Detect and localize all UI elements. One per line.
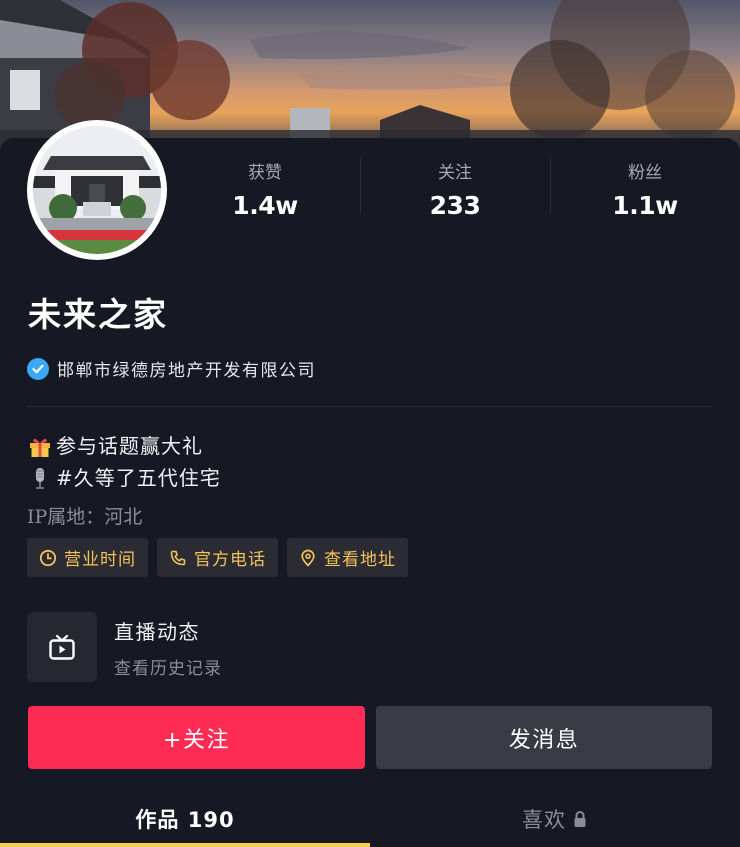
content-tabs: 作品 190 喜欢 xyxy=(0,790,740,847)
bio-text: 参与话题赢大礼 xyxy=(56,434,203,458)
live-history-entry[interactable]: 直播动态 查看历史记录 xyxy=(27,612,222,682)
avatar-building-image xyxy=(33,126,161,254)
stat-value: 1.4w xyxy=(232,191,298,220)
tab-works[interactable]: 作品 190 xyxy=(0,790,370,847)
stat-following[interactable]: 关注 233 xyxy=(360,150,550,220)
profile-name: 未来之家 xyxy=(28,295,168,334)
stat-label: 获赞 xyxy=(248,163,282,183)
live-subtitle: 查看历史记录 xyxy=(114,658,222,679)
profile-bio: 参与话题赢大礼 #久等了五代住宅 xyxy=(27,430,221,494)
view-address-chip[interactable]: 查看地址 xyxy=(287,538,408,577)
business-hours-chip[interactable]: 营业时间 xyxy=(27,538,148,577)
ip-location: IP属地：河北 xyxy=(27,506,143,528)
stat-value: 1.1w xyxy=(612,191,678,220)
official-phone-chip[interactable]: 官方电话 xyxy=(157,538,278,577)
live-title: 直播动态 xyxy=(114,619,200,644)
bio-text: #久等了五代住宅 xyxy=(56,466,221,490)
bio-line: #久等了五代住宅 xyxy=(27,462,221,494)
clock-icon xyxy=(39,549,57,566)
verification-row[interactable]: 邯郸市绿德房地产开发有限公司 xyxy=(27,356,316,381)
gift-icon xyxy=(27,433,53,459)
chip-label: 查看地址 xyxy=(324,550,396,570)
stat-value: 233 xyxy=(429,191,481,220)
bio-line: 参与话题赢大礼 xyxy=(27,430,221,462)
chip-label: 营业时间 xyxy=(64,550,136,570)
phone-icon xyxy=(170,550,186,565)
microphone-icon xyxy=(27,465,53,491)
stat-label: 粉丝 xyxy=(628,163,662,183)
avatar[interactable] xyxy=(27,120,167,260)
profile-stats: 获赞 1.4w 关注 233 粉丝 1.1w xyxy=(170,150,740,220)
verification-text: 邯郸市绿德房地产开发有限公司 xyxy=(57,361,316,381)
stat-likes-received[interactable]: 获赞 1.4w xyxy=(170,150,360,220)
info-chips: 营业时间 官方电话 查看地址 xyxy=(27,538,408,577)
send-message-button[interactable]: 发消息 xyxy=(376,706,712,769)
tab-likes-label: 喜欢 xyxy=(522,807,566,832)
tab-works-label: 作品 190 xyxy=(135,807,235,832)
follow-button[interactable]: +关注 xyxy=(28,706,365,769)
tab-likes[interactable]: 喜欢 xyxy=(370,790,740,847)
chip-label: 官方电话 xyxy=(194,550,266,570)
live-icon-box xyxy=(27,612,97,682)
location-pin-icon xyxy=(301,549,315,566)
tv-icon xyxy=(49,634,75,660)
stat-label: 关注 xyxy=(438,163,472,183)
verified-check-icon xyxy=(27,357,49,380)
stat-followers[interactable]: 粉丝 1.1w xyxy=(550,150,740,220)
lock-icon xyxy=(574,810,586,827)
divider xyxy=(27,406,713,407)
active-tab-indicator xyxy=(0,843,370,847)
